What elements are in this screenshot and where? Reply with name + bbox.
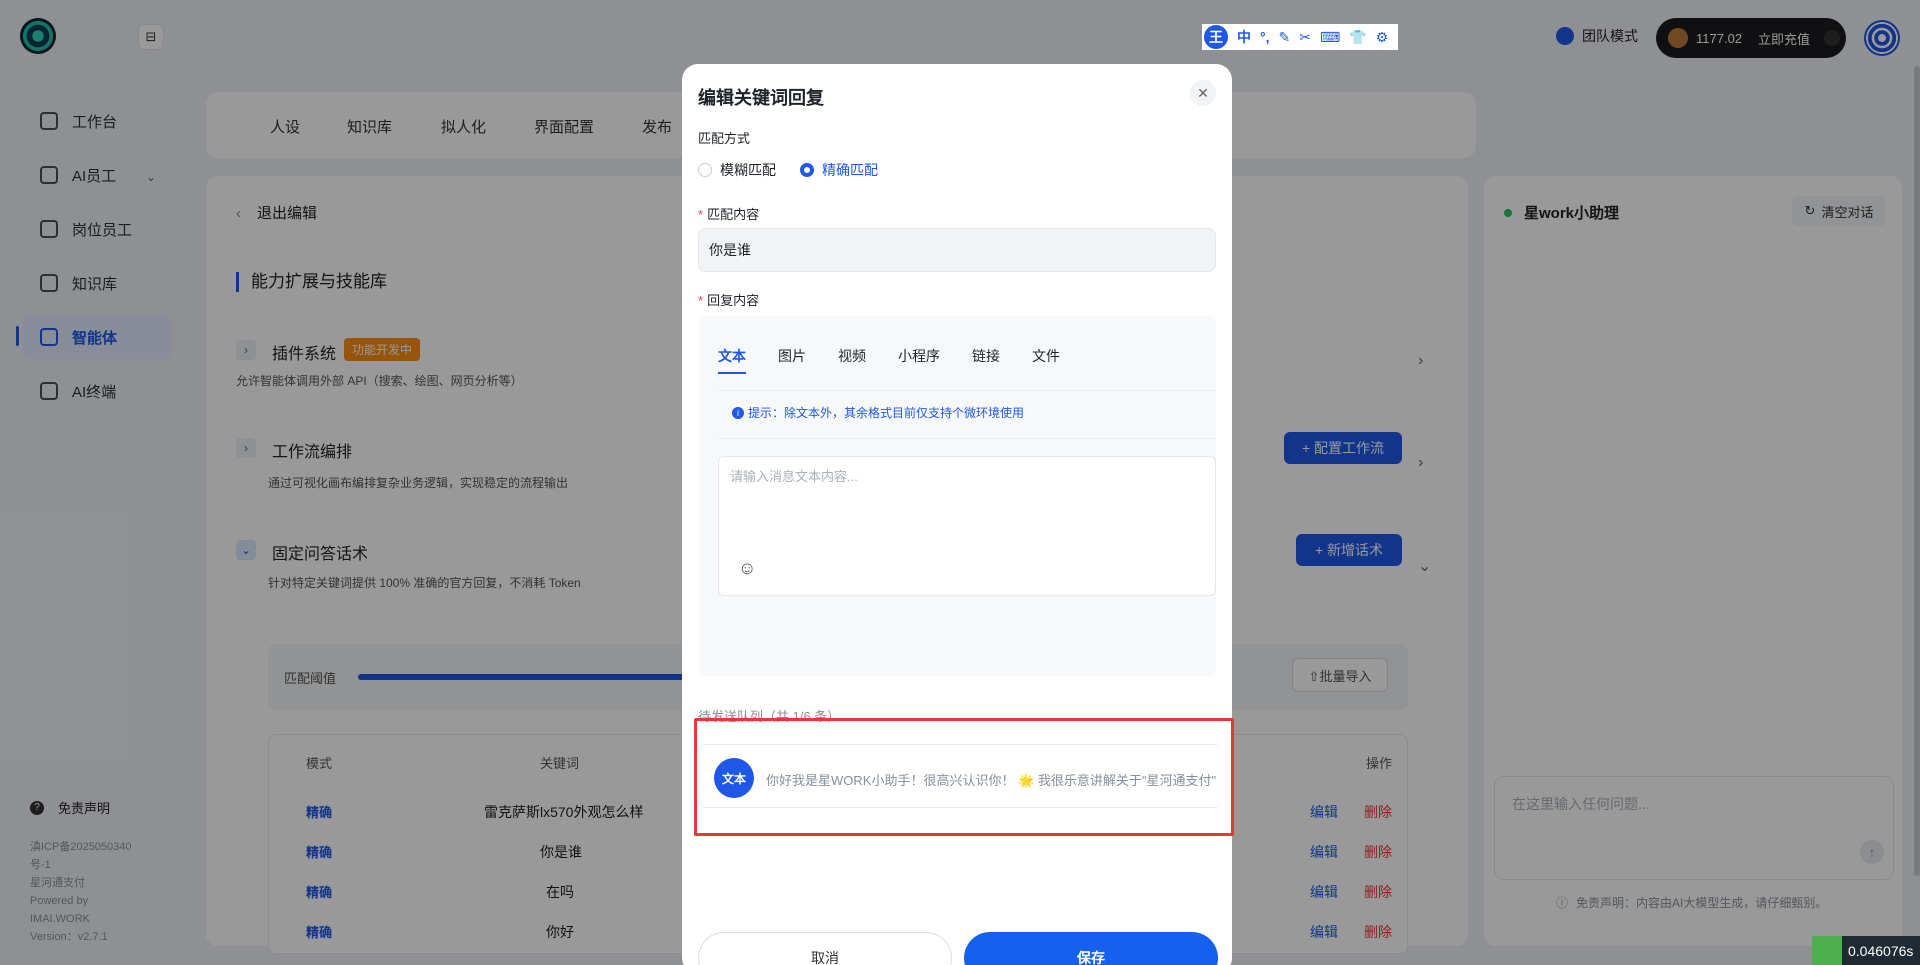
ime-logo-icon[interactable]: 王 — [1204, 25, 1228, 49]
radio-exact[interactable]: 精确匹配 — [800, 160, 878, 180]
tab-file[interactable]: 文件 — [1032, 346, 1060, 366]
reply-content-text: 回复内容 — [707, 293, 760, 308]
match-content-text: 匹配内容 — [707, 207, 760, 222]
modal-title: 编辑关键词回复 — [698, 88, 824, 108]
cancel-button[interactable]: 取消 — [698, 932, 952, 965]
divider — [718, 390, 1216, 391]
format-tip-text: 提示：除文本外，其余格式目前仅支持个微环境使用 — [748, 406, 1025, 420]
ime-pen-icon[interactable]: ✎ — [1279, 29, 1291, 46]
close-button[interactable]: ✕ — [1190, 80, 1216, 106]
reply-content-label: * 回复内容 — [698, 290, 759, 309]
ime-punctuation-icon[interactable]: °, — [1260, 29, 1270, 45]
ime-chinese-icon[interactable]: 中 — [1237, 27, 1251, 47]
emoji-icon[interactable]: ☺ — [738, 558, 756, 579]
tab-link[interactable]: 链接 — [972, 346, 1000, 366]
tab-text[interactable]: 文本 — [718, 346, 746, 366]
save-button[interactable]: 保存 — [964, 932, 1218, 965]
radio-circle — [800, 163, 814, 177]
ime-toolbar[interactable]: 王 中 °, ✎ ✂ ⌨ 👕 ⚙ — [1202, 24, 1398, 50]
leaf-icon — [1812, 936, 1842, 965]
match-content-label: * 匹配内容 — [698, 204, 759, 223]
close-icon: ✕ — [1197, 84, 1209, 101]
ime-scissors-icon[interactable]: ✂ — [1299, 29, 1311, 46]
format-tip: i 提示：除文本外，其余格式目前仅支持个微环境使用 — [732, 404, 1024, 421]
required-mark: * — [698, 293, 704, 308]
ime-settings-icon[interactable]: ⚙ — [1376, 29, 1389, 46]
radio-circle — [698, 163, 712, 177]
radio-exact-label: 精确匹配 — [822, 162, 878, 178]
tab-miniprogram[interactable]: 小程序 — [898, 346, 940, 366]
timer-widget: 0.046076s — [1812, 936, 1920, 965]
ime-skin-icon[interactable]: 👕 — [1349, 29, 1366, 46]
radio-fuzzy-label: 模糊匹配 — [720, 162, 776, 178]
message-placeholder: 请输入消息文本内容... — [730, 469, 858, 484]
tab-image[interactable]: 图片 — [778, 346, 806, 366]
radio-fuzzy[interactable]: 模糊匹配 — [698, 160, 776, 180]
required-mark: * — [698, 207, 704, 222]
timer-value: 0.046076s — [1848, 942, 1914, 959]
ime-keyboard-icon[interactable]: ⌨ — [1320, 29, 1340, 46]
divider — [718, 438, 1216, 439]
highlight-box — [694, 718, 1234, 836]
match-content-input[interactable]: 你是谁 — [698, 228, 1216, 272]
tab-video[interactable]: 视频 — [838, 346, 866, 366]
match-mode-label: 匹配方式 — [698, 131, 751, 146]
tab-underline — [718, 372, 746, 374]
info-icon: i — [732, 406, 744, 419]
